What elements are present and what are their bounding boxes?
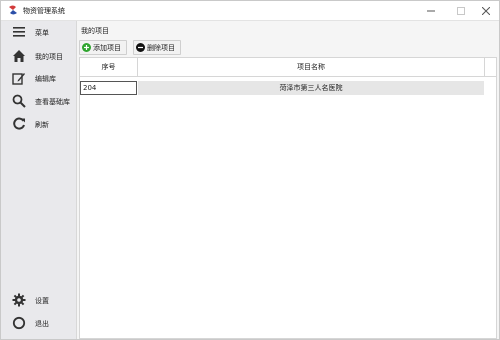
table-row[interactable]: 204 菏泽市第三人名医院 <box>80 81 496 95</box>
sidebar-item-menu[interactable]: 菜单 <box>1 21 76 43</box>
add-icon <box>82 43 91 52</box>
column-header-name[interactable]: 项目名称 <box>138 58 485 76</box>
maximize-icon <box>457 6 465 15</box>
remove-icon <box>136 43 145 52</box>
sidebar-item-label: 退出 <box>35 320 49 328</box>
sidebar-item-exit[interactable]: 退出 <box>1 312 76 334</box>
sidebar: 菜单 我的项目 编辑库 查看基础库 刷新 设置 退出 <box>1 21 77 339</box>
sidebar-item-label: 我的项目 <box>35 53 63 61</box>
seq-cell-input[interactable]: 204 <box>80 81 137 95</box>
project-name-cell[interactable]: 菏泽市第三人名医院 <box>138 81 484 95</box>
delete-project-button[interactable]: 删除项目 <box>133 40 181 55</box>
column-header-seq[interactable]: 序号 <box>80 58 138 76</box>
add-project-button[interactable]: 添加项目 <box>79 40 127 55</box>
app-window: 物资管理系统 菜单 我的项目 编辑库 查看基础库 刷新 设置 退出 我的项目 添… <box>0 0 500 340</box>
refresh-icon <box>13 117 25 130</box>
add-project-label: 添加项目 <box>93 43 121 52</box>
breadcrumb: 我的项目 <box>81 27 109 35</box>
sidebar-item-label: 设置 <box>35 297 49 305</box>
edit-icon <box>12 73 25 85</box>
sidebar-item-view-base-library[interactable]: 查看基础库 <box>1 90 76 112</box>
sidebar-item-label: 菜单 <box>35 29 49 37</box>
minimize-button[interactable] <box>416 1 446 20</box>
menu-icon <box>13 27 25 37</box>
table-header: 序号 项目名称 <box>80 58 496 77</box>
title-bar[interactable]: 物资管理系统 <box>1 1 499 21</box>
sidebar-item-my-projects[interactable]: 我的项目 <box>1 45 76 67</box>
delete-project-label: 删除项目 <box>147 43 175 52</box>
sidebar-item-settings[interactable]: 设置 <box>1 289 76 311</box>
sidebar-item-edit-library[interactable]: 编辑库 <box>1 67 76 89</box>
app-logo-icon <box>9 5 17 15</box>
sidebar-item-refresh[interactable]: 刷新 <box>1 113 76 135</box>
home-icon <box>13 50 25 62</box>
main-panel: 我的项目 添加项目 删除项目 序号 项目名称 204 菏泽市第三人名医院 <box>77 21 499 339</box>
search-icon <box>12 94 26 108</box>
window-title: 物资管理系统 <box>23 7 65 15</box>
sidebar-item-label: 编辑库 <box>35 75 56 83</box>
close-button[interactable] <box>471 1 500 20</box>
minimize-icon <box>427 10 435 11</box>
sidebar-item-label: 刷新 <box>35 121 49 129</box>
close-icon <box>482 6 490 15</box>
gear-icon <box>12 293 26 307</box>
projects-table: 序号 项目名称 204 菏泽市第三人名医院 <box>79 57 497 339</box>
sidebar-item-label: 查看基础库 <box>35 98 70 106</box>
circle-icon <box>12 316 26 330</box>
